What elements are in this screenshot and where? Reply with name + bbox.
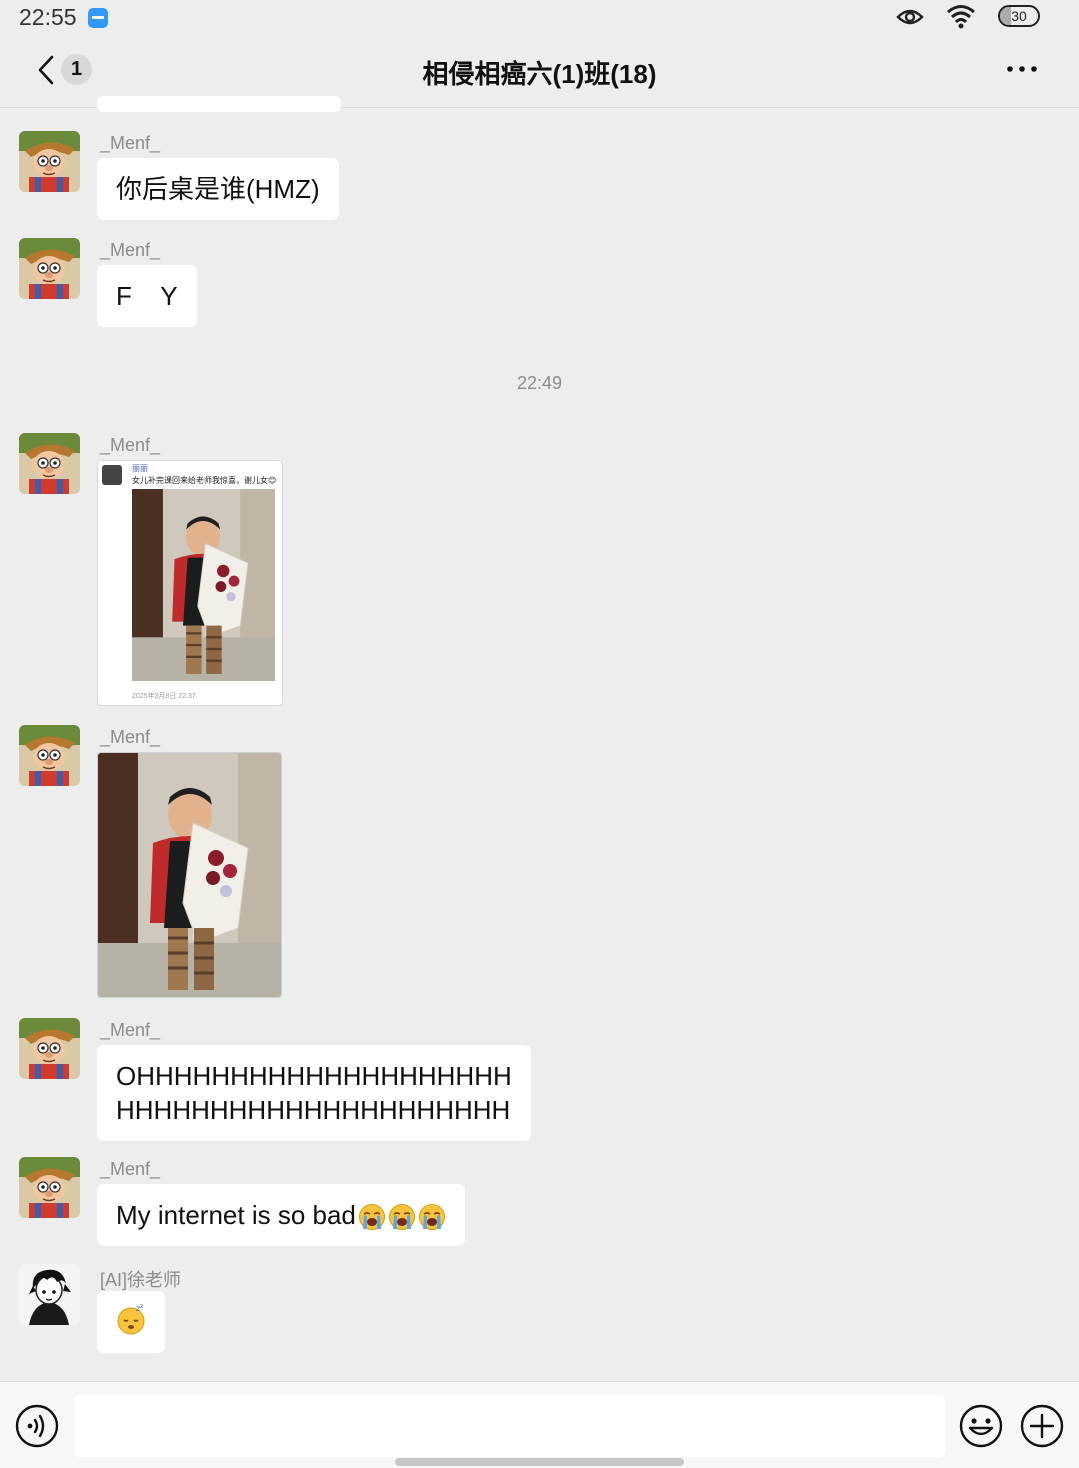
previous-message-bubble bbox=[97, 96, 341, 112]
status-time: 22:55 bbox=[19, 4, 77, 30]
photo-message[interactable] bbox=[97, 752, 282, 998]
card-post-date: 2025年3月8日 22:37 bbox=[132, 693, 196, 700]
card-author-name: 丽丽 bbox=[132, 464, 148, 473]
sender-name: _Menf_ bbox=[100, 727, 161, 747]
sender-name: _Menf_ bbox=[100, 435, 161, 455]
cartoon-farmer-avatar bbox=[19, 1157, 80, 1218]
card-photo bbox=[132, 489, 275, 681]
sender-name: [AI]徐老师 bbox=[100, 1270, 182, 1290]
loudly-crying-emoji bbox=[418, 1204, 445, 1231]
message-bubble[interactable]: z z bbox=[97, 1291, 165, 1353]
avatar[interactable] bbox=[19, 238, 80, 299]
message-bubble[interactable]: F Y bbox=[97, 265, 197, 327]
message-line: HHHHHHHHHHHHHHHHHHHHH bbox=[116, 1095, 511, 1125]
eye-icon bbox=[896, 9, 924, 25]
avatar[interactable] bbox=[19, 131, 80, 192]
more-dots-icon[interactable] bbox=[1006, 64, 1038, 74]
battery-icon: 30 bbox=[998, 5, 1042, 28]
avatar[interactable] bbox=[19, 1018, 80, 1079]
loudly-crying-emoji bbox=[388, 1204, 415, 1231]
sender-name: _Menf_ bbox=[100, 1020, 161, 1040]
sender-name: _Menf_ bbox=[100, 240, 161, 260]
cartoon-farmer-avatar bbox=[19, 1018, 80, 1079]
svg-text:z: z bbox=[140, 1303, 143, 1310]
message-line: OHHHHHHHHHHHHHHHHHHHH bbox=[116, 1061, 512, 1091]
avatar[interactable] bbox=[19, 725, 80, 786]
message-bubble[interactable]: My internet is so bad bbox=[97, 1184, 465, 1246]
plus-icon[interactable] bbox=[1020, 1404, 1064, 1448]
sender-name: _Menf_ bbox=[100, 1159, 161, 1179]
child-with-bouquet-photo bbox=[98, 753, 281, 997]
card-avatar bbox=[102, 465, 122, 485]
cartoon-farmer-avatar bbox=[19, 131, 80, 192]
home-indicator bbox=[395, 1458, 684, 1466]
message-bubble[interactable]: 你后桌是谁(HMZ) bbox=[97, 158, 339, 220]
cartoon-farmer-avatar bbox=[19, 238, 80, 299]
input-bar bbox=[0, 1381, 1079, 1468]
message-text: My internet is so bad bbox=[116, 1200, 356, 1230]
battery-level-text: 30 bbox=[1011, 8, 1027, 24]
avatar[interactable] bbox=[19, 1157, 80, 1218]
screenshot-image-message[interactable]: 丽丽 女儿补完课回来给老师我惊喜，谢儿女😊 2025年3月8日 22:37 bbox=[97, 460, 283, 706]
chat-title: 相侵相癌六(1)班(18) bbox=[422, 59, 657, 89]
avatar[interactable] bbox=[19, 433, 80, 494]
cartoon-farmer-avatar bbox=[19, 725, 80, 786]
sleeping-emoji: z z bbox=[117, 1303, 145, 1335]
time-divider: 22:49 bbox=[516, 373, 563, 393]
voice-icon[interactable] bbox=[15, 1404, 59, 1448]
card-post-text: 女儿补完课回来给老师我惊喜，谢儿女😊 bbox=[132, 476, 277, 485]
emoji-icon[interactable] bbox=[959, 1404, 1003, 1448]
status-bar: 22:55 30 bbox=[0, 0, 1079, 36]
app-notification-icon bbox=[88, 8, 108, 28]
message-bubble[interactable]: OHHHHHHHHHHHHHHHHHHHH HHHHHHHHHHHHHHHHHH… bbox=[97, 1045, 531, 1141]
message-input[interactable] bbox=[74, 1395, 945, 1457]
wifi-icon bbox=[947, 5, 975, 29]
cartoon-farmer-avatar bbox=[19, 433, 80, 494]
avatar-ai-teacher[interactable] bbox=[19, 1264, 80, 1325]
loudly-crying-emoji bbox=[358, 1204, 385, 1231]
sender-name: _Menf_ bbox=[100, 133, 161, 153]
